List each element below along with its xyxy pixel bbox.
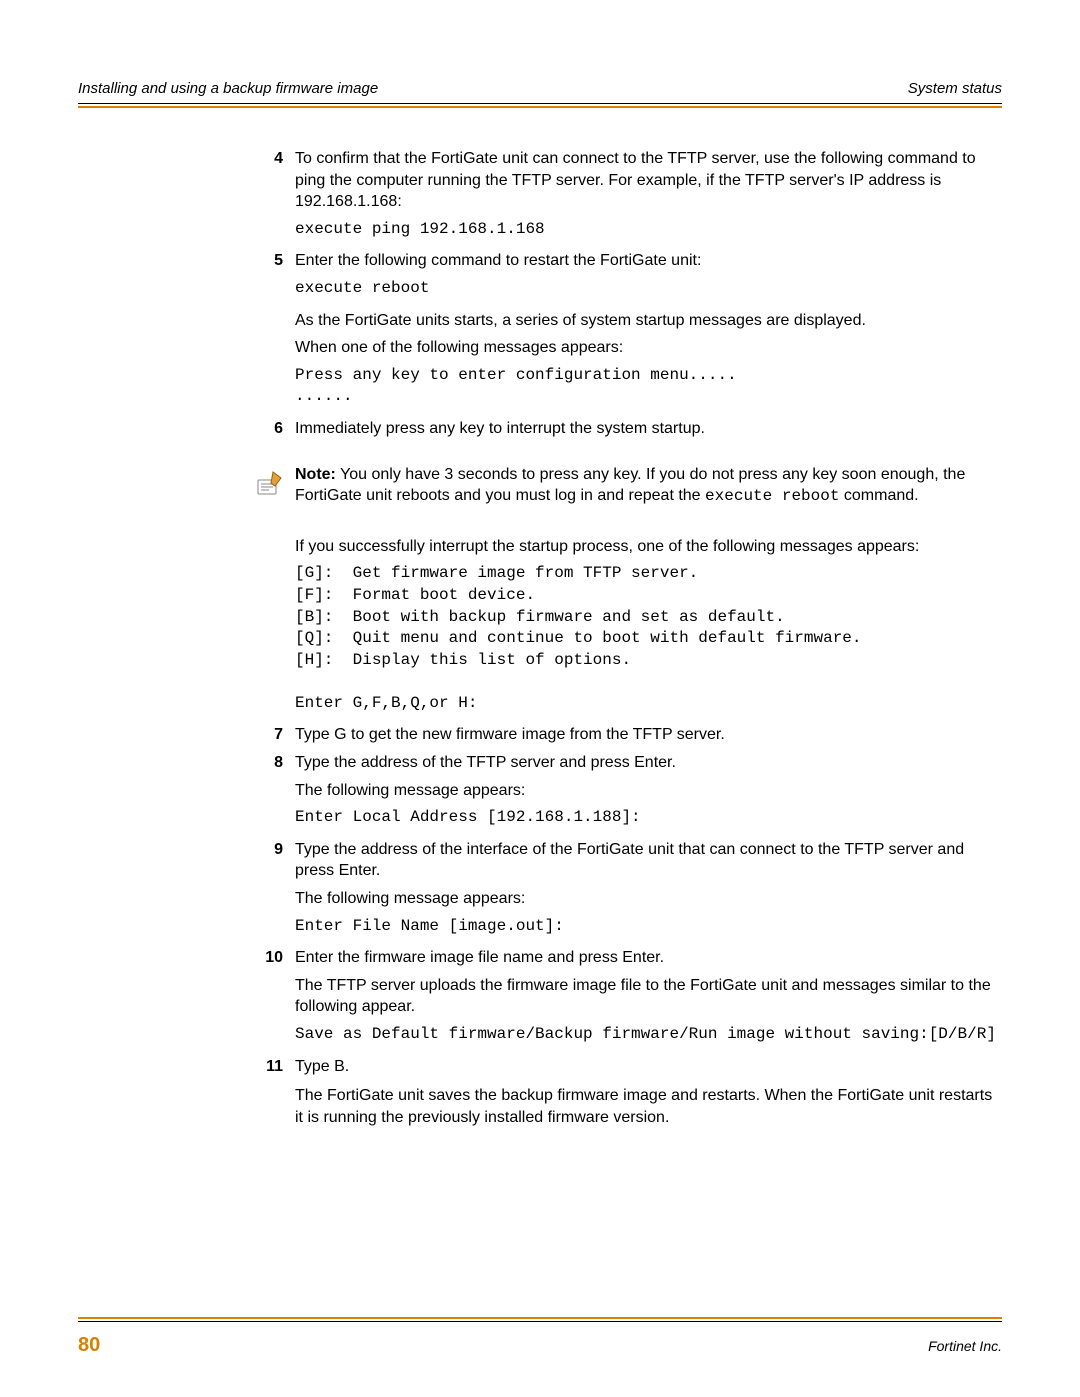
step-number: 10 bbox=[243, 947, 295, 969]
step-11-follow: The FortiGate unit saves the backup firm… bbox=[295, 1085, 1002, 1128]
step-number: 6 bbox=[243, 418, 295, 440]
note-label: Note: bbox=[295, 466, 336, 483]
step-number: 7 bbox=[243, 724, 295, 746]
paragraph: The FortiGate unit saves the backup firm… bbox=[295, 1085, 1002, 1128]
note-part2: command. bbox=[839, 487, 918, 504]
step-11: 11 Type B. bbox=[243, 1056, 1002, 1078]
paragraph: The TFTP server uploads the firmware ima… bbox=[295, 975, 1002, 1018]
footer-rule-black bbox=[78, 1321, 1002, 1322]
note-icon bbox=[243, 464, 295, 502]
step-4: 4 To confirm that the FortiGate unit can… bbox=[243, 148, 1002, 213]
header-right: System status bbox=[908, 80, 1002, 97]
page-number: 80 bbox=[78, 1334, 100, 1357]
step-number: 9 bbox=[243, 839, 295, 861]
step-number: 8 bbox=[243, 752, 295, 774]
step-5: 5 Enter the following command to restart… bbox=[243, 250, 1002, 272]
step-text: Type the address of the TFTP server and … bbox=[295, 752, 1002, 774]
step-number: 11 bbox=[243, 1056, 295, 1078]
step-10: 10 Enter the firmware image file name an… bbox=[243, 947, 1002, 969]
code-block: Enter Local Address [192.168.1.188]: bbox=[295, 807, 1002, 829]
step-text: Type B. bbox=[295, 1056, 1002, 1078]
code-block: Enter File Name [image.out]: bbox=[295, 916, 1002, 938]
step-6: 6 Immediately press any key to interrupt… bbox=[243, 418, 1002, 440]
step-9: 9 Type the address of the interface of t… bbox=[243, 839, 1002, 882]
step-9-follow: The following message appears: Enter Fil… bbox=[295, 888, 1002, 937]
step-text: Enter the firmware image file name and p… bbox=[295, 947, 1002, 969]
step-8: 8 Type the address of the TFTP server an… bbox=[243, 752, 1002, 774]
step-text: Type G to get the new firmware image fro… bbox=[295, 724, 1002, 746]
header-rule-black bbox=[78, 103, 1002, 104]
step-text: Enter the following command to restart t… bbox=[295, 250, 1002, 272]
paragraph: The following message appears: bbox=[295, 888, 1002, 910]
note-box: Note: You only have 3 seconds to press a… bbox=[243, 464, 1002, 508]
step-text: Type the address of the interface of the… bbox=[295, 839, 1002, 882]
page: Installing and using a backup firmware i… bbox=[0, 0, 1080, 1397]
note-text: Note: You only have 3 seconds to press a… bbox=[295, 464, 1002, 508]
step-7: 7 Type G to get the new firmware image f… bbox=[243, 724, 1002, 746]
step-5-follow: execute reboot As the FortiGate units st… bbox=[295, 278, 1002, 408]
paragraph: If you successfully interrupt the startu… bbox=[295, 536, 1002, 558]
body: 4 To confirm that the FortiGate unit can… bbox=[243, 148, 1002, 1128]
footer-row: 80 Fortinet Inc. bbox=[78, 1334, 1002, 1357]
paragraph: When one of the following messages appea… bbox=[295, 337, 1002, 359]
code-block: execute reboot bbox=[295, 278, 1002, 300]
step-number: 5 bbox=[243, 250, 295, 272]
header-left: Installing and using a backup firmware i… bbox=[78, 80, 378, 97]
footer-company: Fortinet Inc. bbox=[928, 1338, 1002, 1354]
header-rule-orange bbox=[78, 106, 1002, 108]
step-4-follow: execute ping 192.168.1.168 bbox=[295, 219, 1002, 241]
step-text: To confirm that the FortiGate unit can c… bbox=[295, 148, 1002, 213]
page-header: Installing and using a backup firmware i… bbox=[78, 80, 1002, 103]
code-block: Press any key to enter configuration men… bbox=[295, 365, 1002, 408]
paragraph: As the FortiGate units starts, a series … bbox=[295, 310, 1002, 332]
page-footer: 80 Fortinet Inc. bbox=[78, 1317, 1002, 1357]
step-10-follow: The TFTP server uploads the firmware ima… bbox=[295, 975, 1002, 1046]
code-block: execute ping 192.168.1.168 bbox=[295, 219, 1002, 241]
code-block: Save as Default firmware/Backup firmware… bbox=[295, 1024, 1002, 1046]
footer-rule-orange bbox=[78, 1317, 1002, 1319]
after-note-block: If you successfully interrupt the startu… bbox=[295, 536, 1002, 715]
code-block: [G]: Get firmware image from TFTP server… bbox=[295, 563, 1002, 714]
inline-code: execute reboot bbox=[705, 487, 839, 505]
paragraph: The following message appears: bbox=[295, 780, 1002, 802]
step-number: 4 bbox=[243, 148, 295, 170]
step-text: Immediately press any key to interrupt t… bbox=[295, 418, 1002, 440]
step-8-follow: The following message appears: Enter Loc… bbox=[295, 780, 1002, 829]
